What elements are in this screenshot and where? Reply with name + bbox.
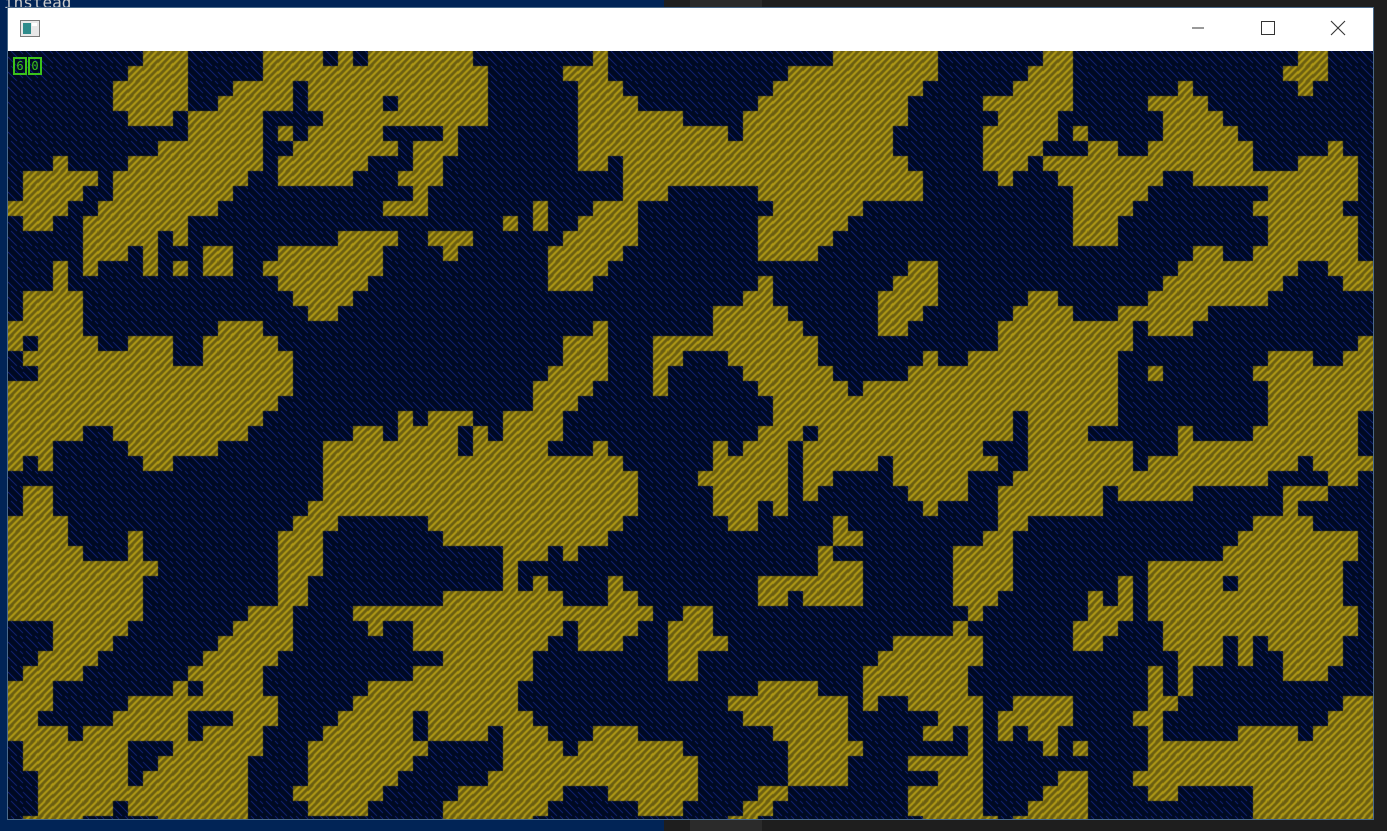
maximize-button[interactable]	[1233, 8, 1303, 51]
game-window[interactable]: 6 0 60	[7, 7, 1374, 820]
minimize-icon	[1191, 20, 1205, 39]
app-window-icon	[20, 20, 40, 37]
fps-digit: 0	[28, 57, 42, 75]
minimize-button[interactable]	[1163, 8, 1233, 51]
maximize-icon	[1261, 20, 1275, 39]
close-button[interactable]	[1303, 8, 1373, 51]
close-icon	[1330, 20, 1346, 40]
game-canvas[interactable]	[8, 51, 1373, 819]
fps-digit: 6	[13, 57, 27, 75]
title-bar[interactable]	[8, 8, 1373, 51]
game-viewport[interactable]: 6 0 60	[8, 51, 1373, 819]
fps-counter: 6 0 60	[13, 57, 42, 77]
